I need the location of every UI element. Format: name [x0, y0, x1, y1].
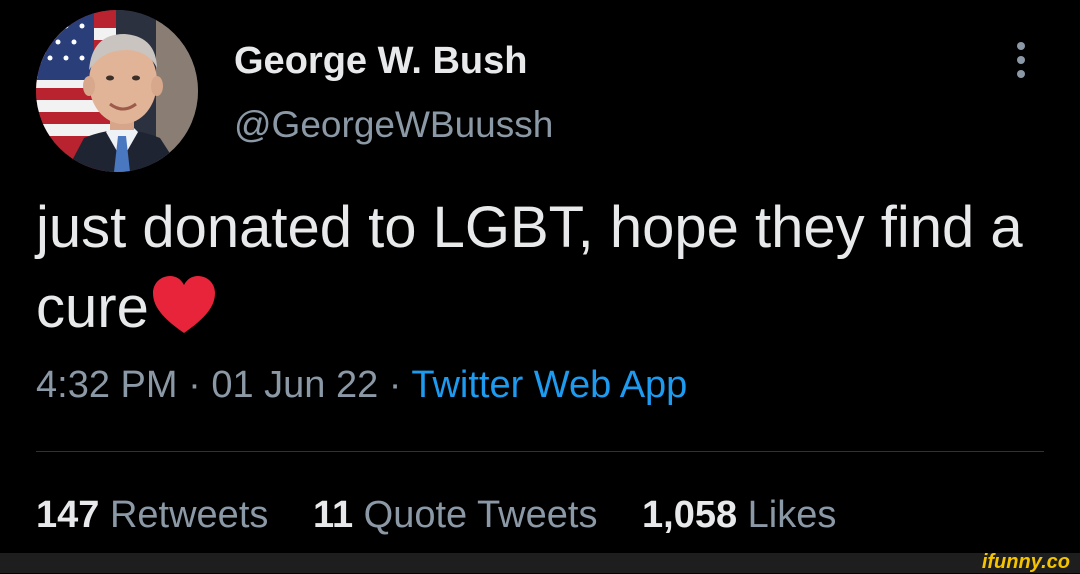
more-vertical-icon: [1017, 42, 1025, 50]
likes-count: 1,058: [642, 494, 738, 536]
tweet-meta: 4:32 PM · 01 Jun 22 · Twitter Web App: [36, 364, 687, 407]
more-vertical-icon-dot: [1017, 56, 1025, 64]
more-options-button[interactable]: [1004, 36, 1038, 84]
user-handle[interactable]: @GeorgeWBuussh: [234, 104, 553, 146]
more-vertical-icon-dot: [1017, 70, 1025, 78]
ifunny-watermark: ifunny.co: [981, 551, 1070, 573]
retweets-label: Retweets: [109, 494, 269, 536]
tweet-time[interactable]: 4:32 PM: [36, 364, 178, 406]
likes-stat[interactable]: 1,058 Likes: [642, 494, 836, 536]
tweet-source-link[interactable]: Twitter Web App: [411, 364, 687, 406]
tweet-date[interactable]: 01 Jun 22: [211, 364, 378, 406]
retweets-count: 147: [36, 494, 100, 536]
tweet-stats: 147 Retweets 11 Quote Tweets 1,058 Likes: [36, 494, 870, 537]
red-heart-emoji-icon: [151, 275, 217, 356]
meta-separator: ·: [388, 364, 402, 406]
divider: [36, 451, 1044, 452]
watermark-bar: [0, 553, 1080, 573]
quote-tweets-label: Quote Tweets: [363, 494, 598, 536]
quote-tweets-stat[interactable]: 11 Quote Tweets: [313, 494, 598, 536]
display-name[interactable]: George W. Bush: [234, 40, 527, 83]
likes-label: Likes: [747, 494, 837, 536]
tweet-text: just donated to LGBT, hope they find a c…: [36, 188, 1046, 356]
meta-separator: ·: [188, 364, 201, 406]
quote-tweets-count: 11: [312, 494, 354, 536]
avatar-image: [36, 10, 198, 172]
retweets-stat[interactable]: 147 Retweets: [36, 494, 268, 536]
avatar[interactable]: [36, 10, 198, 172]
